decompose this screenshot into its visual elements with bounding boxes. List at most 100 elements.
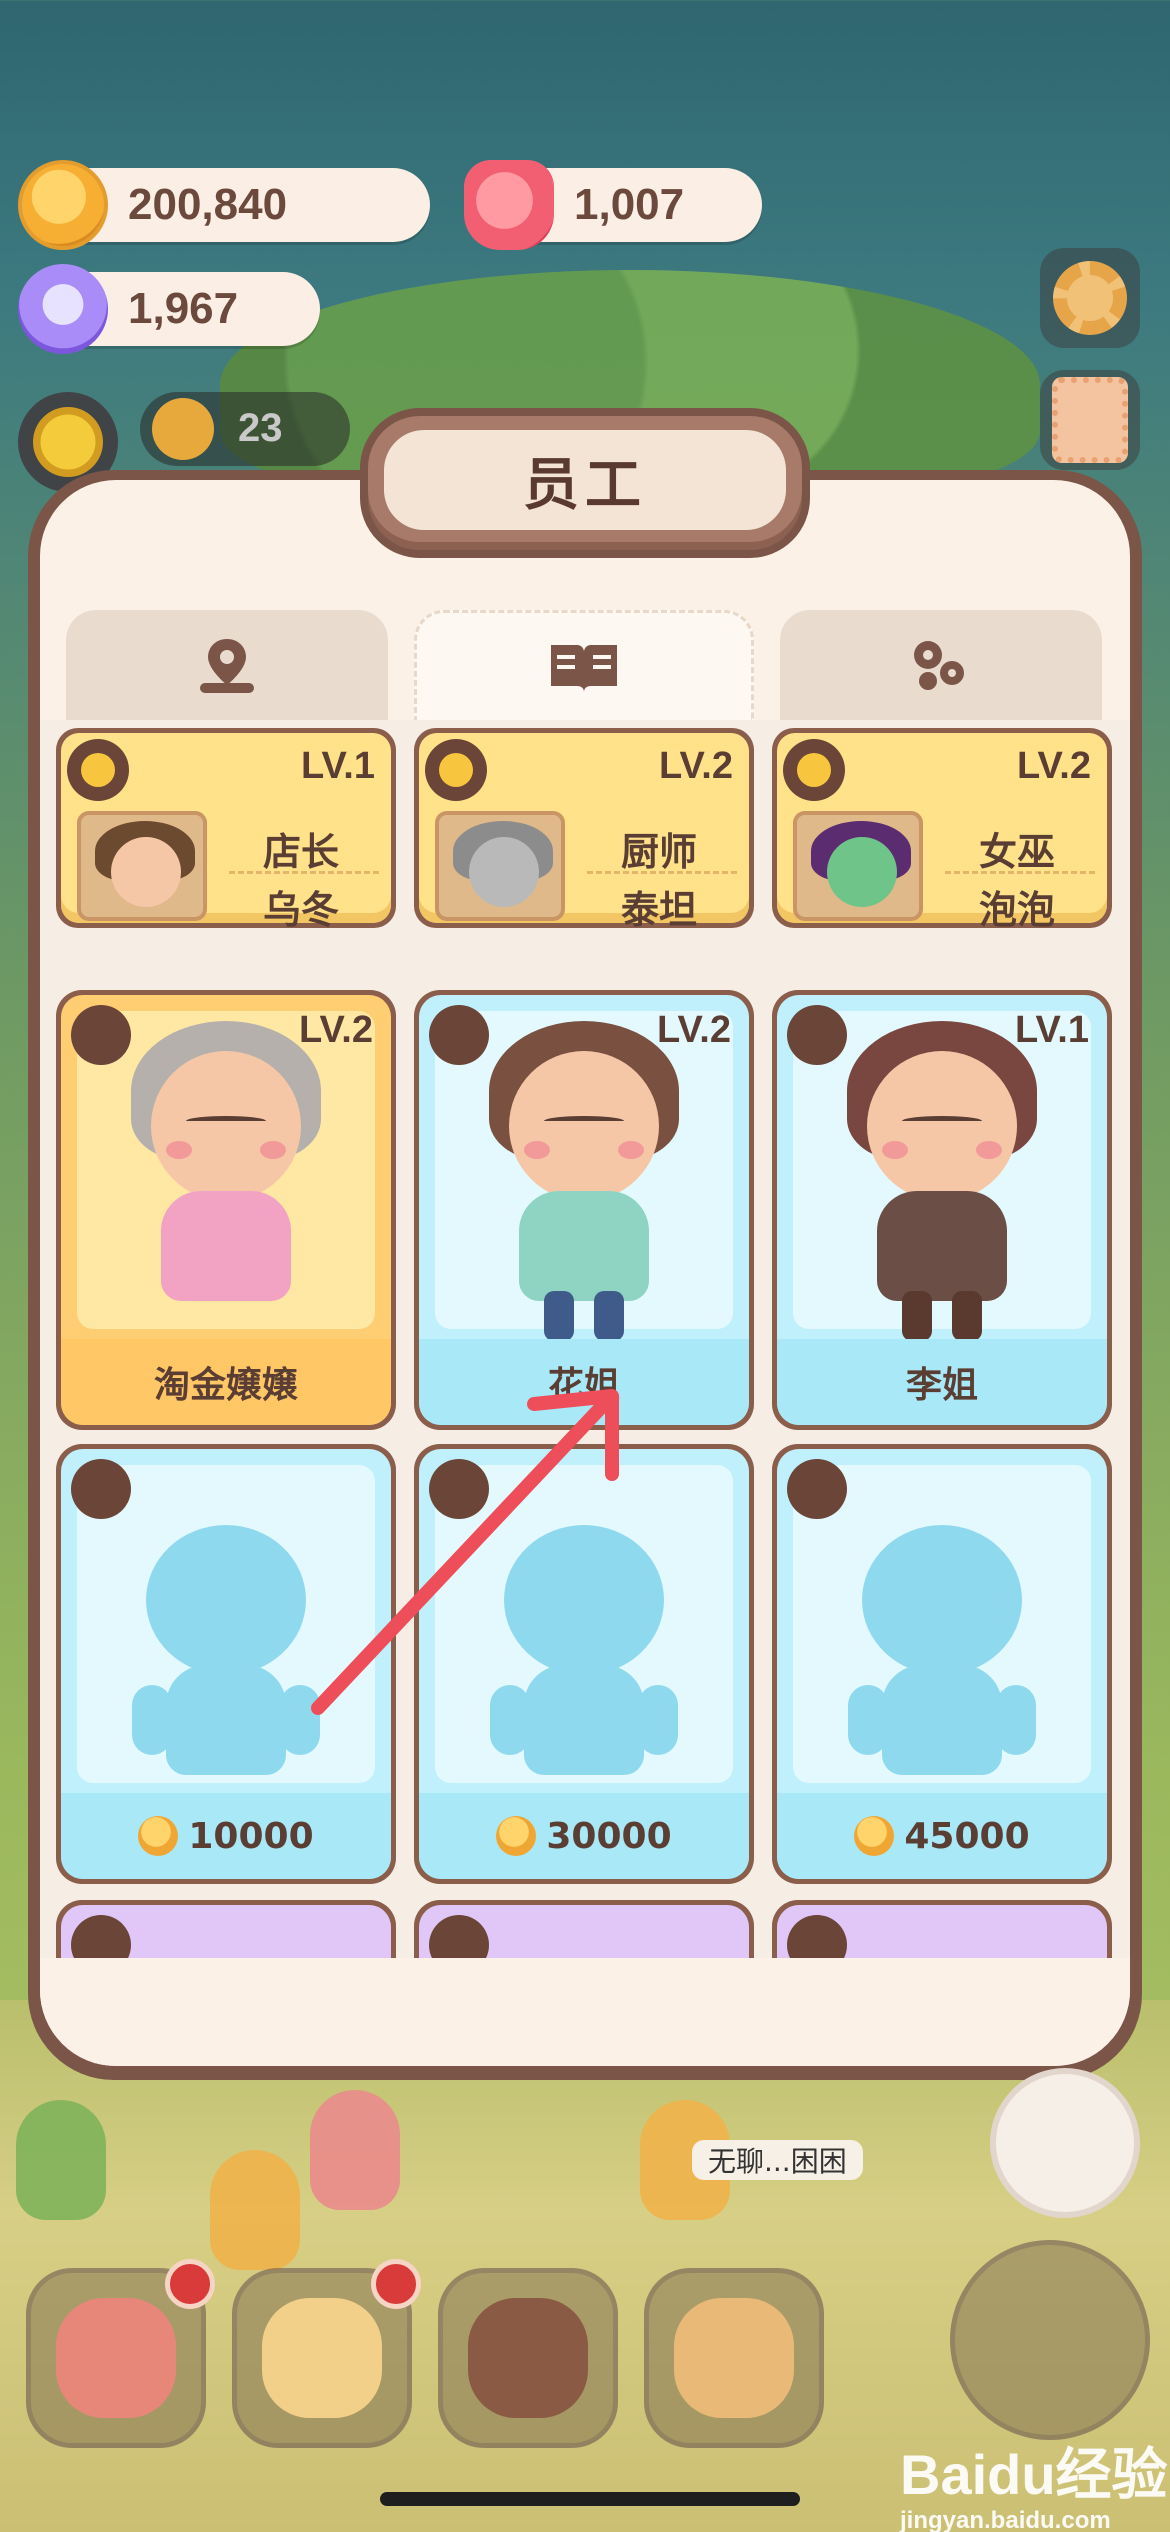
fishing-button[interactable] (950, 2240, 1150, 2440)
character-badge (429, 1005, 489, 1065)
cookie-person-icon (152, 398, 214, 460)
character-art (793, 1011, 1091, 1341)
staff-role: 店长 (262, 830, 339, 874)
staff-level: LV.1 (301, 745, 375, 787)
staff-card-chef[interactable]: LV.2 厨师 泰坦 (414, 728, 754, 932)
locked-card-3[interactable]: 45000 (772, 1444, 1112, 1884)
staff-name: 泰坦 (620, 888, 697, 932)
staff-portrait (793, 811, 923, 921)
unlock-price[interactable]: 30000 (419, 1793, 749, 1879)
character-badge (71, 1005, 131, 1065)
staff-role: 女巫 (978, 830, 1055, 874)
price-value: 10000 (188, 1815, 314, 1857)
staff-portrait (435, 811, 565, 921)
silhouette-icon (126, 1525, 326, 1775)
staff-level: LV.2 (659, 745, 733, 787)
townsfolk-character[interactable] (16, 2100, 106, 2220)
coin-icon (496, 1816, 537, 1856)
character-badge (429, 1459, 489, 1519)
bubbles-icon (914, 641, 964, 690)
character-card-huajie[interactable]: LV.2 花姐 (414, 990, 754, 1430)
cake-icon (783, 739, 845, 801)
modal-title: 员工 (384, 430, 786, 530)
card-grid: LV.1 店长 乌冬 LV.2 厨师 泰坦 LV.2 女巫 泡泡 LV.2 淘金… (40, 720, 1130, 2066)
fork-knife-icon (425, 739, 487, 801)
character-card-lijie[interactable]: LV.1 李姐 (772, 990, 1112, 1430)
settings-button[interactable] (1040, 248, 1140, 348)
notification-dot (165, 2259, 215, 2309)
home-indicator[interactable] (380, 2492, 800, 2506)
price-value: 45000 (904, 1815, 1030, 1857)
cake-plate-icon (468, 2298, 588, 2418)
character-badge (71, 1459, 131, 1519)
character-badge (787, 1005, 847, 1065)
staff-portrait (77, 811, 207, 921)
character-level: LV.2 (657, 1009, 731, 1051)
staff-card-manager[interactable]: LV.1 店长 乌冬 (56, 728, 396, 932)
population-value: 23 (238, 406, 283, 450)
gems-counter[interactable]: 1,967 (18, 264, 320, 354)
modal-title-plaque: 员工 (360, 408, 810, 558)
gems-value: 1,967 (128, 284, 239, 333)
staff-name: 泡泡 (978, 888, 1055, 932)
character-name: 花姐 (419, 1339, 749, 1425)
shop-button[interactable] (644, 2268, 824, 2448)
speech-bubble: 无聊...困困 (692, 2140, 863, 2180)
staff-card-witch[interactable]: LV.2 女巫 泡泡 (772, 728, 1112, 932)
silhouette-icon (484, 1525, 684, 1775)
locked-art (77, 1465, 375, 1783)
recipe-button[interactable] (438, 2268, 618, 2448)
townsfolk-character[interactable] (210, 2150, 300, 2270)
character-card-taojin[interactable]: LV.2 淘金嬢嬢 (56, 990, 396, 1430)
locked-card-2[interactable]: 30000 (414, 1444, 754, 1884)
locked-card-1[interactable]: 10000 (56, 1444, 396, 1884)
candy-gem-icon (18, 264, 108, 354)
jelly-counter[interactable]: 1,007 (464, 160, 762, 250)
mushroom-house-icon (56, 2298, 176, 2418)
raccoon-chat-button[interactable] (990, 2068, 1140, 2218)
tab-location[interactable] (66, 610, 388, 720)
shop-stall-icon (674, 2298, 794, 2418)
notebook-icon (262, 2298, 382, 2418)
baidu-watermark: Baidu经验 jingyan.baidu.com (900, 2430, 1168, 2532)
coin-icon (18, 160, 108, 250)
sun-icon (33, 407, 103, 477)
unlock-price[interactable]: 45000 (777, 1793, 1107, 1879)
notification-dot (371, 2259, 421, 2309)
silhouette-icon (842, 1525, 1042, 1775)
watermark-logo: Baidu经验 (900, 2443, 1168, 2506)
build-house-button[interactable] (26, 2259, 215, 2448)
staff-panel-inner: LV.1 店长 乌冬 LV.2 厨师 泰坦 LV.2 女巫 泡泡 LV.2 淘金… (40, 480, 1130, 2066)
population-counter: 23 (140, 392, 350, 466)
staff-panel: LV.1 店长 乌冬 LV.2 厨师 泰坦 LV.2 女巫 泡泡 LV.2 淘金… (28, 470, 1142, 2080)
character-name: 李姐 (777, 1339, 1107, 1425)
price-value: 30000 (546, 1815, 672, 1857)
stamp-button[interactable] (1040, 370, 1140, 470)
watermark-url: jingyan.baidu.com (900, 2507, 1111, 2532)
unlock-price[interactable]: 10000 (61, 1793, 391, 1879)
locked-art (435, 1465, 733, 1783)
location-pin-icon (200, 639, 254, 693)
tab-staff-book[interactable] (414, 610, 754, 720)
book-icon (551, 644, 617, 692)
notebook-button[interactable] (232, 2259, 421, 2448)
staff-role: 厨师 (620, 830, 697, 874)
jelly-icon (464, 160, 554, 250)
scroll-fade (40, 1958, 1130, 2066)
townsfolk-character[interactable] (310, 2090, 400, 2210)
character-level: LV.2 (299, 1009, 373, 1051)
character-badge (787, 1459, 847, 1519)
gear-icon (1053, 261, 1127, 335)
character-name: 淘金嬢嬢 (61, 1339, 391, 1425)
bun-icon (67, 739, 129, 801)
staff-name: 乌冬 (262, 888, 339, 932)
character-art (435, 1011, 733, 1341)
coin-icon (854, 1816, 895, 1856)
character-art (77, 1011, 375, 1329)
coin-icon (138, 1816, 179, 1856)
tab-bubbles[interactable] (780, 610, 1102, 720)
locked-art (793, 1465, 1091, 1783)
character-level: LV.1 (1015, 1009, 1089, 1051)
stamp-icon (1052, 377, 1128, 463)
coins-counter[interactable]: 200,840 (18, 160, 430, 250)
